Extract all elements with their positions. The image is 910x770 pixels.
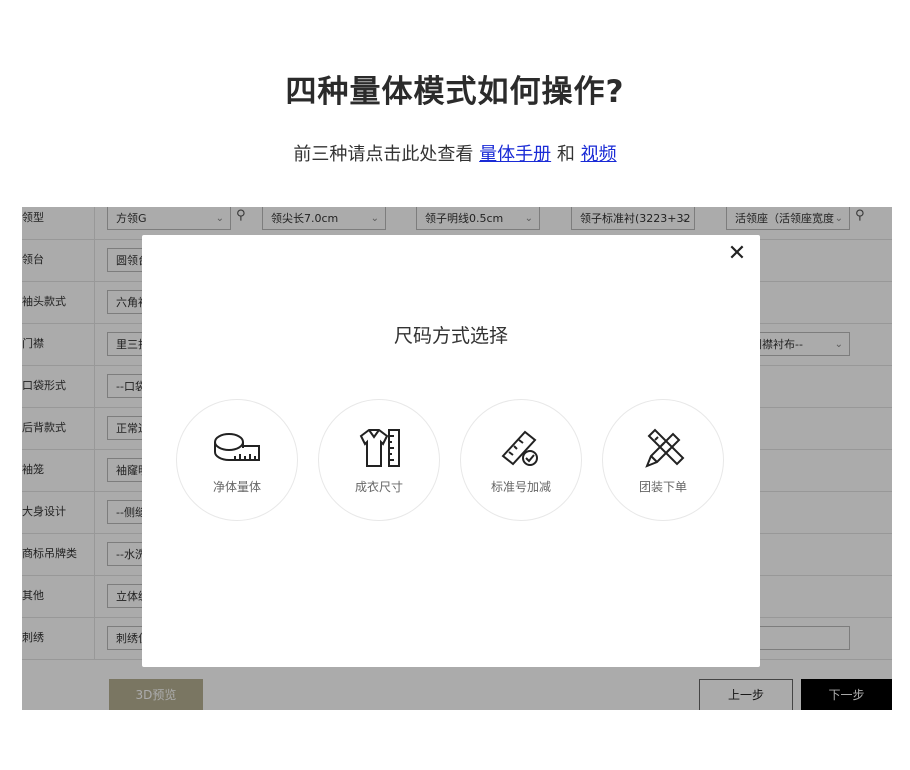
option-standard-adjust[interactable]: 标准号加减 — [460, 399, 582, 521]
option-label: 净体量体 — [212, 480, 261, 494]
option-garment-size[interactable]: 成衣尺寸 — [318, 399, 440, 521]
subline-joiner: 和 — [556, 144, 575, 165]
ruler-check-icon — [501, 430, 538, 466]
video-link[interactable]: 视频 — [581, 144, 617, 165]
subline-text: 前三种请点击此处查看 — [293, 144, 474, 165]
option-group-order[interactable]: 团装下单 — [602, 399, 724, 521]
size-method-modal: ✕ 尺码方式选择 净体量体 成衣尺寸 标准号加减 团装下单 — [142, 235, 760, 667]
tape-measure-icon — [214, 433, 260, 461]
page-subline: 前三种请点击此处查看 量体手册 和 视频 — [0, 140, 910, 166]
close-icon[interactable]: ✕ — [726, 243, 748, 265]
option-label: 团装下单 — [638, 480, 687, 494]
pencil-ruler-icon — [645, 428, 685, 468]
page-headline: 四种量体模式如何操作? — [285, 74, 625, 110]
option-body-measure[interactable]: 净体量体 — [176, 399, 298, 521]
option-label: 成衣尺寸 — [354, 480, 403, 494]
modal-title: 尺码方式选择 — [393, 325, 508, 347]
option-label: 标准号加减 — [490, 480, 551, 494]
shirt-ruler-icon — [359, 429, 400, 467]
manual-link[interactable]: 量体手册 — [479, 144, 551, 165]
